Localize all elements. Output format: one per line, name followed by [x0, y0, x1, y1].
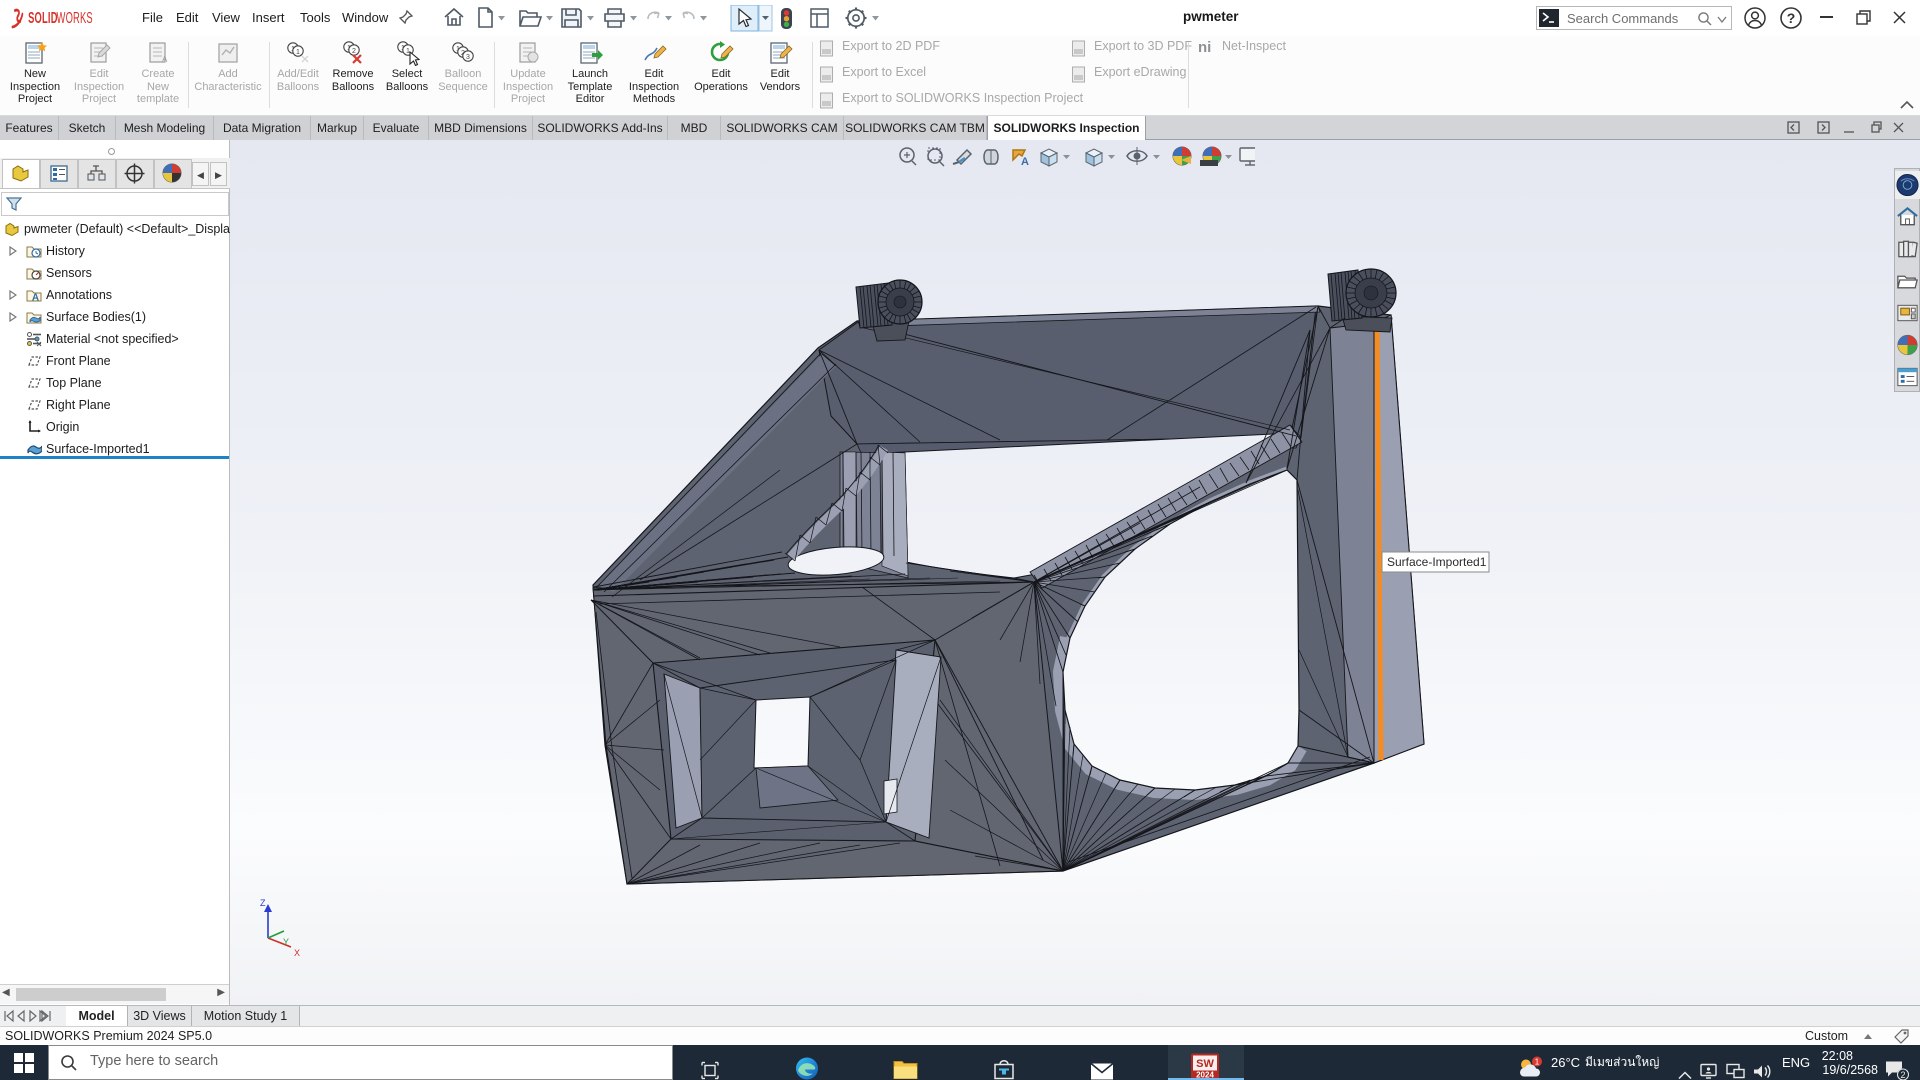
svg-text:1: 1	[296, 49, 300, 56]
svg-text:1: 1	[406, 48, 410, 55]
svg-text:1: 1	[1535, 1058, 1540, 1067]
svg-text:SW: SW	[1196, 1058, 1214, 1070]
svg-text:Surface-Imported1: Surface-Imported1	[1387, 555, 1487, 569]
svg-text:A: A	[162, 55, 168, 64]
svg-text:SOLID: SOLID	[28, 8, 58, 26]
svg-text:2: 2	[352, 48, 356, 55]
svg-text:Z: Z	[260, 898, 266, 908]
svg-text:?: ?	[1787, 10, 1796, 26]
svg-text:WORKS: WORKS	[57, 8, 93, 26]
svg-text:A: A	[32, 293, 39, 304]
svg-text:A: A	[1021, 156, 1029, 168]
svg-text:Y: Y	[283, 937, 289, 947]
svg-text:2: 2	[1900, 1070, 1905, 1080]
svg-text:3: 3	[466, 54, 470, 61]
svg-text:X: X	[294, 948, 300, 958]
